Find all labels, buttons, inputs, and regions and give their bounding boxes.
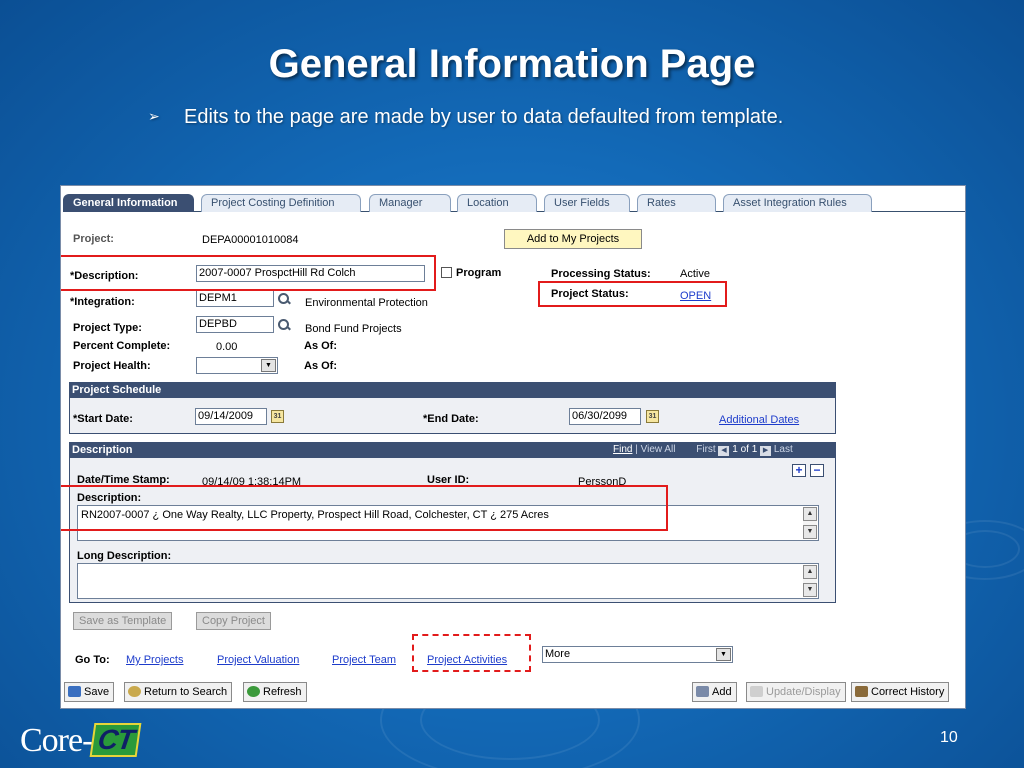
correct-history-icon [855, 686, 868, 697]
previous-arrow-icon[interactable]: ◀ [718, 446, 730, 456]
calendar-icon[interactable]: 31 [646, 410, 659, 423]
tab-rates[interactable]: Rates [637, 194, 716, 212]
first-link: First [696, 444, 716, 455]
project-type-input[interactable]: DEPBD [196, 316, 274, 333]
last-link: Last [773, 444, 793, 455]
integration-label: *Integration: [70, 296, 135, 308]
add-label: Add [712, 686, 732, 698]
integration-lookup-icon[interactable] [277, 292, 291, 306]
calendar-icon[interactable]: 31 [271, 410, 284, 423]
add-icon [696, 686, 709, 697]
long-description-label: Long Description: [77, 550, 172, 562]
return-to-search-button[interactable]: Return to Search [124, 682, 233, 702]
refresh-button[interactable]: Refresh [243, 682, 307, 702]
peoplesoft-screenshot: General Information Project Costing Defi… [60, 185, 966, 709]
refresh-label: Refresh [263, 686, 302, 698]
end-date-label: *End Date: [423, 413, 479, 425]
page-number: 10 [940, 729, 958, 746]
next-arrow-icon[interactable]: ▶ [760, 446, 772, 456]
tab-strip: General Information Project Costing Defi… [63, 194, 965, 212]
save-button[interactable]: Save [64, 682, 115, 702]
go-to-label: Go To: [75, 654, 110, 666]
highlight-description-text [61, 485, 668, 531]
processing-status-label: Processing Status: [551, 268, 651, 280]
tab-user-fields[interactable]: User Fields [544, 194, 630, 212]
row-counter: 1 of 1 [732, 444, 758, 455]
tab-location[interactable]: Location [457, 194, 537, 212]
integration-input[interactable]: DEPM1 [196, 290, 274, 307]
save-as-template-button[interactable]: Save as Template [73, 612, 173, 630]
logo-badge: CT [90, 723, 143, 757]
start-date-input[interactable]: 09/14/2009 [195, 408, 267, 425]
project-label: Project: [73, 233, 114, 245]
add-button[interactable]: Add [692, 682, 737, 702]
delete-row-icon[interactable]: − [810, 464, 824, 477]
as-of-label: As Of: [304, 340, 337, 352]
more-select[interactable]: More [542, 646, 733, 663]
scroll-up-icon[interactable]: ▲ [803, 565, 817, 579]
project-type-label: Project Type: [73, 322, 142, 334]
description-scrollbar[interactable]: ▲ ▼ [803, 507, 817, 539]
update-display-icon [750, 686, 763, 697]
correct-history-button[interactable]: Correct History [851, 682, 950, 702]
view-all-link[interactable]: | View All [635, 444, 675, 455]
search-icon [128, 686, 141, 697]
project-type-description: Bond Fund Projects [305, 323, 402, 335]
chevron-down-icon[interactable]: ▼ [716, 648, 731, 661]
add-row-icon[interactable]: + [792, 464, 806, 477]
highlight-description [61, 255, 436, 291]
additional-dates-link[interactable]: Additional Dates [719, 414, 799, 426]
return-to-search-label: Return to Search [144, 686, 228, 698]
tab-asset-integration-rules[interactable]: Asset Integration Rules [723, 194, 872, 212]
project-schedule-header: Project Schedule [69, 382, 836, 398]
scroll-up-icon[interactable]: ▲ [803, 507, 817, 521]
processing-status-value: Active [680, 268, 710, 280]
arrow-bullet-icon: ➢ [148, 108, 160, 124]
start-date-label: *Start Date: [73, 413, 133, 425]
find-link[interactable]: Find [613, 444, 632, 455]
percent-complete-label: Percent Complete: [73, 340, 171, 352]
program-label: Program [456, 267, 502, 279]
scroll-down-icon[interactable]: ▼ [803, 525, 817, 539]
slide-title: General Information Page [268, 42, 756, 86]
tab-project-costing-definition[interactable]: Project Costing Definition [201, 194, 361, 212]
project-team-link[interactable]: Project Team [332, 654, 396, 666]
copy-project-button[interactable]: Copy Project [196, 612, 271, 630]
integration-description: Environmental Protection [305, 297, 428, 309]
core-ct-logo: Core- CT [20, 722, 143, 760]
highlight-project-status [538, 281, 727, 307]
project-health-label: Project Health: [73, 360, 151, 372]
program-checkbox[interactable] [441, 267, 452, 278]
my-projects-link[interactable]: My Projects [126, 654, 183, 666]
add-to-my-projects-button[interactable]: Add to My Projects [504, 229, 642, 249]
project-id: DEPA00001010084 [202, 234, 299, 246]
bullet-text: Edits to the page are made by user to da… [184, 106, 784, 128]
refresh-icon [247, 686, 260, 697]
tab-manager[interactable]: Manager [369, 194, 451, 212]
project-valuation-link[interactable]: Project Valuation [217, 654, 299, 666]
bullet-point: ➢ Edits to the page are made by user to d… [148, 106, 783, 129]
update-display-label: Update/Display [766, 686, 841, 698]
chevron-down-icon[interactable]: ▼ [261, 359, 276, 372]
end-date-input[interactable]: 06/30/2099 [569, 408, 641, 425]
scroll-down-icon[interactable]: ▼ [803, 583, 817, 597]
highlight-project-activities [412, 634, 531, 672]
logo-text: Core- [20, 722, 93, 759]
tab-general-information[interactable]: General Information [63, 194, 194, 212]
long-description-textarea[interactable] [77, 563, 819, 599]
as-of-label: As Of: [304, 360, 337, 372]
update-display-button[interactable]: Update/Display [746, 682, 846, 702]
save-label: Save [84, 686, 110, 698]
correct-history-label: Correct History [871, 686, 945, 698]
scroll-navigation: Find | View All First ◀ 1 of 1 ▶ Last [613, 444, 793, 456]
percent-complete-value: 0.00 [216, 341, 238, 353]
project-type-lookup-icon[interactable] [277, 318, 291, 332]
long-description-scrollbar[interactable]: ▲ ▼ [803, 565, 817, 597]
save-icon [68, 686, 81, 697]
